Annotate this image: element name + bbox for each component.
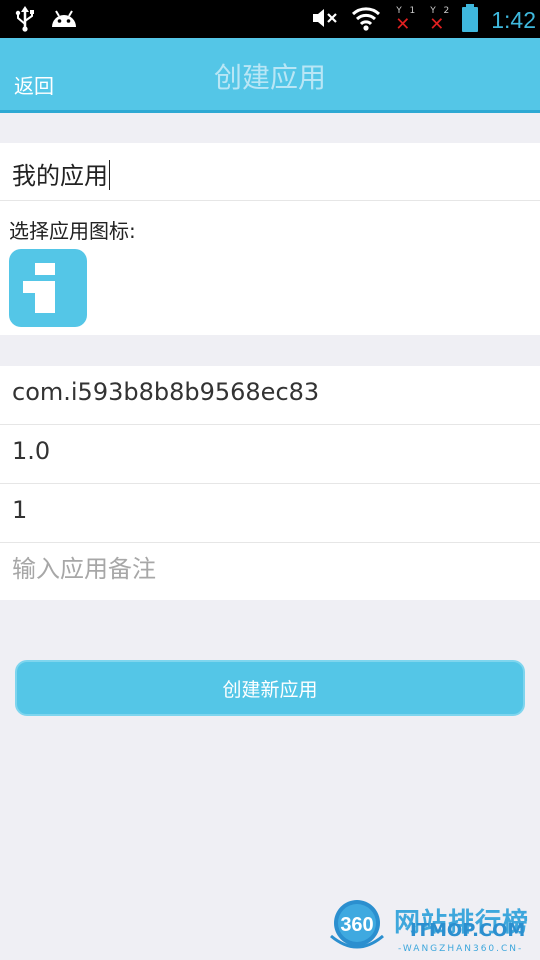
app-icon-picker[interactable] [9,249,87,327]
info-i-icon [23,263,55,313]
watermark-subdomain: -WANGZHAN360.CN- [398,944,524,954]
battery-icon [461,4,479,36]
page-title: 创建应用 [213,61,326,94]
clock: 1:42 [491,6,536,33]
watermark: 360 网站排行榜 ITMOP.COM -WANGZHAN360.CN- [328,896,540,960]
version-code-value: 1 [12,496,28,524]
package-name-field[interactable]: com.i593b8b8b9568ec83 [0,366,540,425]
watermark-domain: ITMOP.COM [410,920,526,941]
app-name-field[interactable]: 我的应用 [0,143,540,201]
icon-select-label: 选择应用图标: [9,219,136,243]
version-code-field[interactable]: 1 [0,484,540,543]
wifi-icon [351,5,381,35]
create-app-button[interactable]: 创建新应用 [15,660,525,716]
version-name-field[interactable]: 1.0 [0,425,540,484]
usb-icon [14,6,36,36]
app-info-card: 我的应用 选择应用图标: [0,143,540,335]
app-details-card: com.i593b8b8b9568ec83 1.0 1 [0,366,540,600]
signal-icon: Y 1 ✕ [395,6,416,35]
no-signal-x-icon: ✕ [395,14,411,35]
sim1-number: 1 [409,6,416,16]
title-divider [0,110,540,113]
no-signal-x-icon: ✕ [429,14,445,35]
back-button[interactable]: 返回 [14,70,54,99]
version-name-value: 1.0 [12,437,51,465]
text-cursor [109,160,110,190]
status-bar: Y 1 ✕ Y 2 ✕ 1:42 [0,0,540,38]
note-input[interactable] [12,555,512,583]
360-badge-text: 360 [340,914,373,936]
package-name-value: com.i593b8b8b9568ec83 [12,378,320,406]
signal-icon: Y 2 ✕ [429,6,450,35]
sim2-number: 2 [443,6,450,16]
mute-icon [311,6,339,34]
360-logo-icon: 360 [330,900,384,949]
app-name-value: 我的应用 [12,162,108,190]
android-icon [50,7,78,35]
note-field [0,543,540,602]
title-bar: 返回 创建应用 [0,38,540,110]
